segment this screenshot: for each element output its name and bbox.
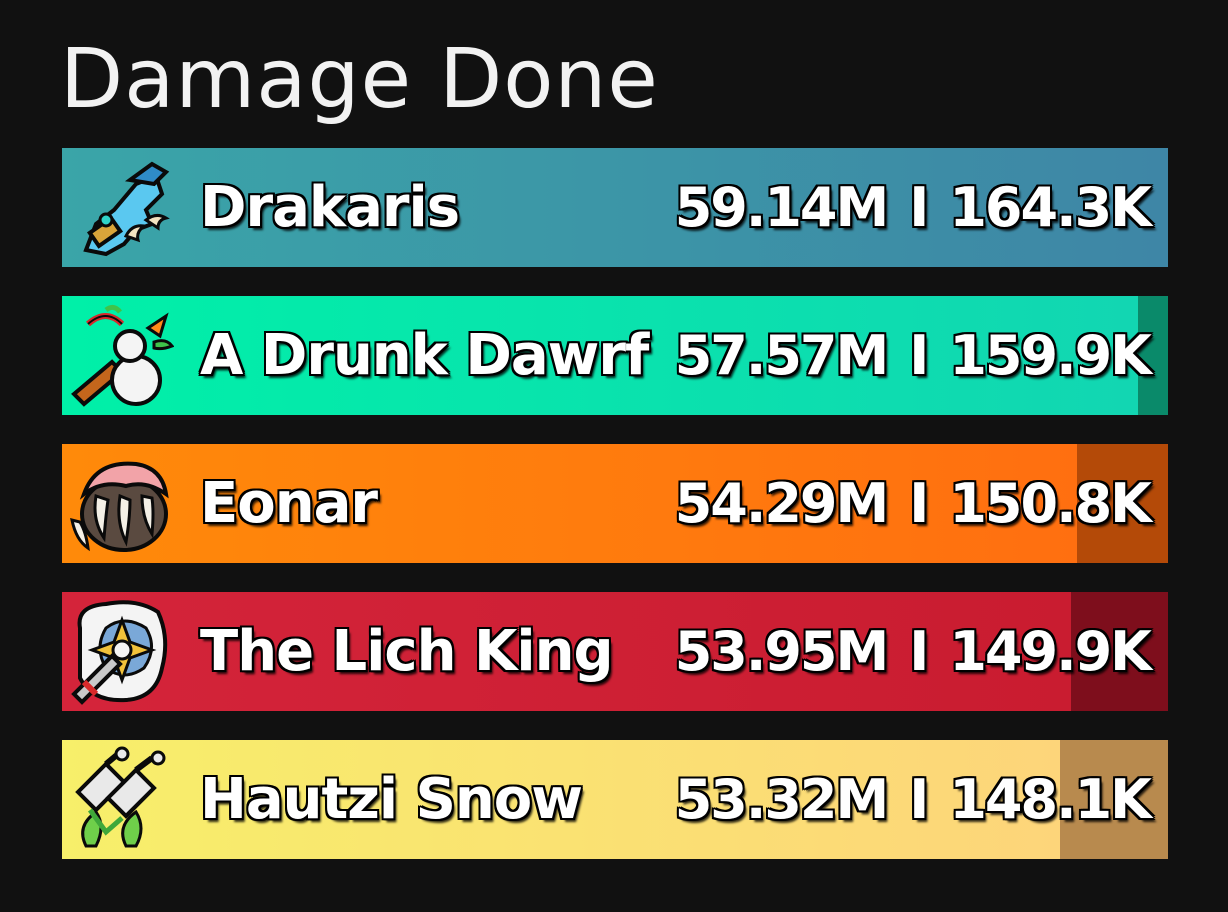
damage-meter: Drakaris 59.14M I 164.3K A Drunk Dawrf 57.… bbox=[62, 148, 1168, 888]
player-bar-row[interactable]: A Drunk Dawrf 57.57M I 159.9K bbox=[62, 296, 1168, 415]
monk-gourd-icon bbox=[66, 302, 174, 410]
player-name: Eonar bbox=[200, 471, 378, 536]
player-bar-row[interactable]: Eonar 54.29M I 150.8K bbox=[62, 444, 1168, 563]
damage-stats: 53.95M I 149.9K bbox=[674, 592, 1152, 711]
damage-stats: 57.57M I 159.9K bbox=[674, 296, 1152, 415]
stat-separator: I bbox=[909, 768, 929, 831]
stat-separator: I bbox=[909, 620, 929, 683]
rogue-daggers-icon bbox=[66, 746, 174, 854]
damage-per-second: 164.3K bbox=[949, 176, 1152, 239]
damage-total: 53.95M bbox=[674, 620, 890, 683]
stat-separator: I bbox=[909, 324, 929, 387]
player-name: A Drunk Dawrf bbox=[200, 323, 649, 388]
damage-total: 54.29M bbox=[674, 472, 890, 535]
death-knight-sword-icon bbox=[66, 598, 174, 706]
player-bar-row[interactable]: The Lich King 53.95M I 149.9K bbox=[62, 592, 1168, 711]
damage-stats: 59.14M I 164.3K bbox=[674, 148, 1152, 267]
damage-total: 59.14M bbox=[674, 176, 890, 239]
player-bar-row[interactable]: Hautzi Snow 53.32M I 148.1K bbox=[62, 740, 1168, 859]
damage-stats: 54.29M I 150.8K bbox=[674, 444, 1152, 563]
damage-per-second: 159.9K bbox=[949, 324, 1152, 387]
stat-separator: I bbox=[909, 176, 929, 239]
damage-stats: 53.32M I 148.1K bbox=[674, 740, 1152, 859]
player-name: Hautzi Snow bbox=[200, 767, 583, 832]
player-name: Drakaris bbox=[200, 175, 460, 240]
damage-total: 57.57M bbox=[674, 324, 890, 387]
damage-per-second: 149.9K bbox=[949, 620, 1152, 683]
player-name: The Lich King bbox=[200, 619, 614, 684]
mage-hand-icon bbox=[66, 154, 174, 262]
player-bar-row[interactable]: Drakaris 59.14M I 164.3K bbox=[62, 148, 1168, 267]
damage-per-second: 148.1K bbox=[949, 768, 1152, 831]
damage-per-second: 150.8K bbox=[949, 472, 1152, 535]
damage-total: 53.32M bbox=[674, 768, 890, 831]
druid-paw-icon bbox=[66, 450, 174, 558]
meter-title: Damage Done bbox=[60, 32, 659, 127]
stat-separator: I bbox=[909, 472, 929, 535]
